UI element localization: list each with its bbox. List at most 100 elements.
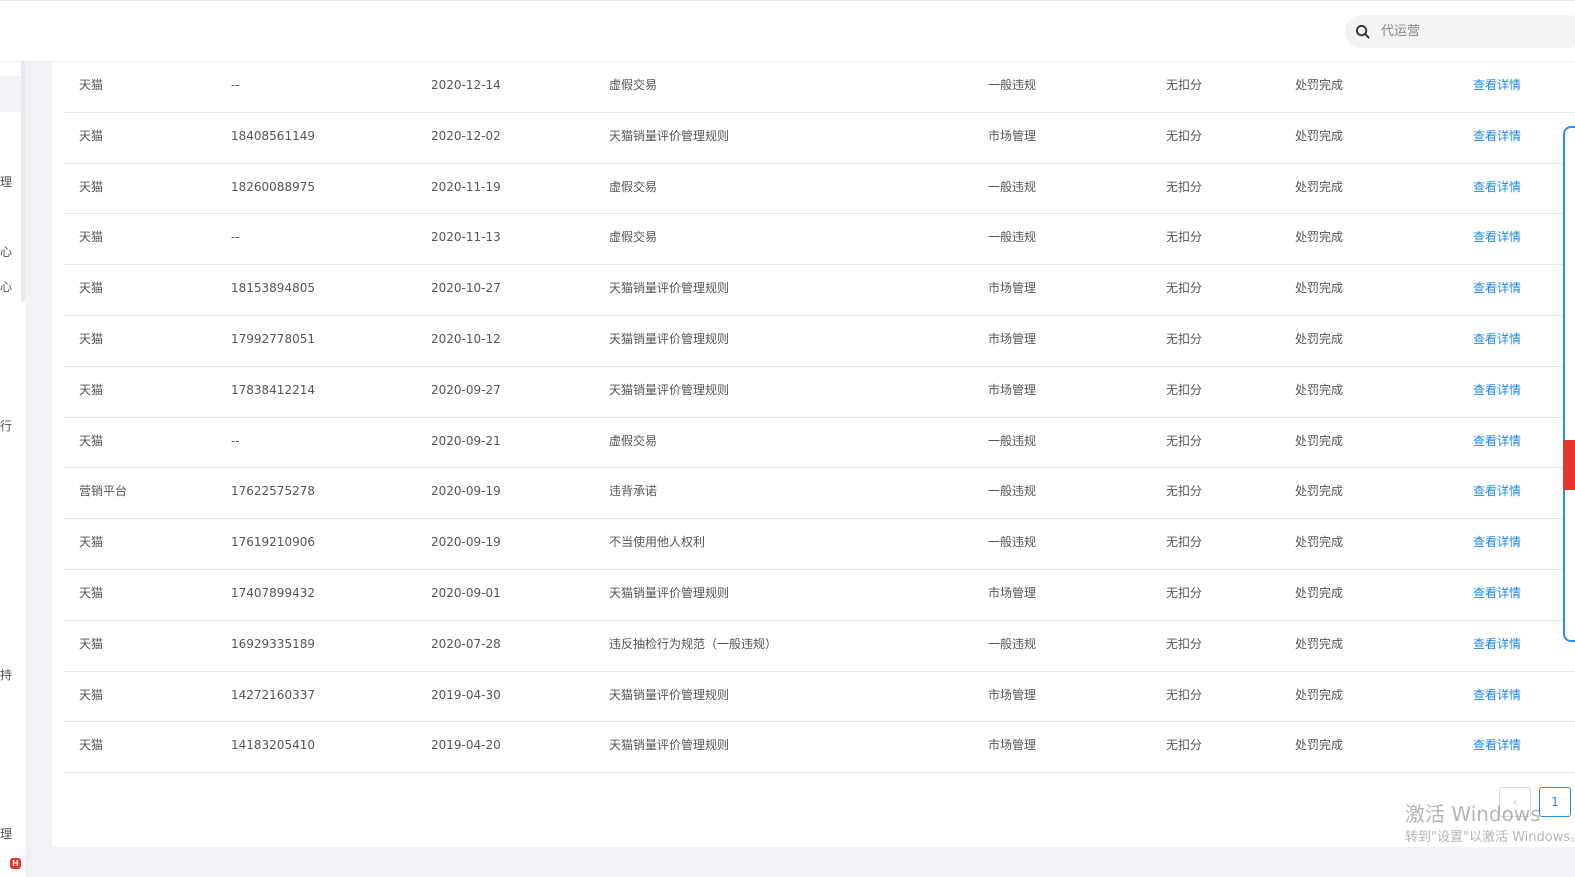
date-cell: 2019-04-30: [431, 687, 501, 702]
date-cell: 2020-10-12: [431, 331, 501, 346]
view-details-link[interactable]: 查看详情: [1473, 164, 1521, 214]
platform-cell: 天猫: [79, 128, 104, 143]
deduction-cell: 无扣分: [1166, 687, 1203, 702]
view-details-link[interactable]: 查看详情: [1473, 570, 1521, 620]
record-number-cell: 17619210906: [231, 535, 315, 550]
rule-cell: 虚假交易: [609, 179, 658, 194]
sidebar-item-fragment[interactable]: 持: [0, 666, 14, 683]
view-details-link[interactable]: 查看详情: [1473, 113, 1521, 163]
floating-panel-marker[interactable]: [1563, 440, 1575, 490]
platform-cell: 天猫: [79, 331, 104, 346]
deduction-cell: 无扣分: [1166, 128, 1203, 143]
category-cell: 一般违规: [988, 535, 1037, 550]
view-details-link[interactable]: 查看详情: [1473, 62, 1521, 112]
view-details-link[interactable]: 查看详情: [1473, 367, 1521, 417]
platform-cell: 天猫: [79, 179, 104, 194]
search-input[interactable]: [1381, 21, 1571, 42]
view-details-link[interactable]: 查看详情: [1473, 214, 1521, 264]
view-details-link[interactable]: 查看详情: [1473, 316, 1521, 366]
view-details-link[interactable]: 查看详情: [1473, 418, 1521, 468]
rule-cell: 虚假交易: [609, 433, 658, 448]
deduction-cell: 无扣分: [1166, 230, 1203, 245]
app-badge-icon[interactable]: H: [10, 858, 21, 869]
rule-cell: 违背承诺: [609, 484, 658, 499]
view-details-link[interactable]: 查看详情: [1473, 621, 1521, 671]
platform-cell: 天猫: [79, 382, 104, 397]
deduction-cell: 无扣分: [1166, 179, 1203, 194]
platform-cell: 天猫: [79, 433, 104, 448]
platform-cell: 天猫: [79, 535, 104, 550]
status-cell: 处罚完成: [1295, 382, 1344, 397]
rule-cell: 天猫销量评价管理规则: [609, 687, 730, 702]
date-cell: 2020-12-14: [431, 78, 501, 92]
platform-cell: 天猫: [79, 78, 104, 92]
deduction-cell: 无扣分: [1166, 738, 1203, 753]
rule-cell: 天猫销量评价管理规则: [609, 281, 730, 296]
status-cell: 处罚完成: [1295, 230, 1344, 245]
category-cell: 一般违规: [988, 636, 1037, 651]
record-number-cell: 14183205410: [231, 738, 315, 753]
sidebar-item-fragment[interactable]: 行: [0, 417, 14, 434]
rule-cell: 天猫销量评价管理规则: [609, 585, 730, 600]
date-cell: 2020-07-28: [431, 636, 501, 651]
date-cell: 2020-10-27: [431, 281, 501, 296]
status-cell: 处罚完成: [1295, 636, 1344, 651]
table-row: 天猫 18408561149 2020-12-02 天猫销量评价管理规则 市场管理 无扣分…: [64, 113, 1575, 164]
bottom-gutter: [25, 847, 1575, 877]
top-bar: [0, 0, 1575, 62]
platform-cell: 天猫: [79, 230, 104, 245]
sidebar-item-fragment[interactable]: 理: [0, 173, 14, 190]
category-cell: 市场管理: [988, 382, 1037, 397]
platform-cell: 天猫: [79, 687, 104, 702]
rule-cell: 天猫销量评价管理规则: [609, 738, 730, 753]
status-cell: 处罚完成: [1295, 738, 1344, 753]
floating-service-panel[interactable]: [1563, 126, 1575, 642]
rule-cell: 不当使用他人权利: [609, 535, 706, 550]
date-cell: 2020-09-19: [431, 535, 501, 550]
table-row: 天猫 18153894805 2020-10-27 天猫销量评价管理规则 市场管理 无扣分…: [64, 265, 1575, 316]
sidebar-item-fragment[interactable]: 理: [0, 825, 14, 842]
deduction-cell: 无扣分: [1166, 78, 1203, 92]
record-number-cell: 17407899432: [231, 585, 315, 600]
sidebar-item-fragment[interactable]: 心: [0, 278, 14, 295]
record-number-cell: 14272160337: [231, 687, 315, 702]
table-row: 天猫 -- 2020-12-14 虚假交易 一般违规 无扣分 处罚完成 查看详情: [64, 62, 1575, 113]
view-details-link[interactable]: 查看详情: [1473, 265, 1521, 315]
table-row: 天猫 17992778051 2020-10-12 天猫销量评价管理规则 市场管理 无扣分…: [64, 316, 1575, 367]
view-details-link[interactable]: 查看详情: [1473, 722, 1521, 772]
deduction-cell: 无扣分: [1166, 331, 1203, 346]
deduction-cell: 无扣分: [1166, 433, 1203, 448]
platform-cell: 天猫: [79, 585, 104, 600]
table-row: 天猫 17838412214 2020-09-27 天猫销量评价管理规则 市场管理 无扣分…: [64, 367, 1575, 418]
view-details-link[interactable]: 查看详情: [1473, 519, 1521, 569]
category-cell: 市场管理: [988, 331, 1037, 346]
rule-cell: 虚假交易: [609, 78, 658, 92]
table-row: 天猫 -- 2020-09-21 虚假交易 一般违规 无扣分 处罚完成 查看详情: [64, 418, 1575, 469]
rule-cell: 违反抽检行为规范（一般违规）: [609, 636, 778, 651]
search-box[interactable]: [1345, 15, 1575, 48]
table-row: 天猫 14183205410 2019-04-20 天猫销量评价管理规则 市场管理 无扣分…: [64, 722, 1575, 774]
rule-cell: 天猫销量评价管理规则: [609, 128, 730, 143]
sidebar-item-active[interactable]: [0, 76, 21, 112]
date-cell: 2020-09-27: [431, 382, 501, 397]
status-cell: 处罚完成: [1295, 281, 1344, 296]
rule-cell: 天猫销量评价管理规则: [609, 382, 730, 397]
platform-cell: 营销平台: [79, 484, 128, 499]
category-cell: 一般违规: [988, 484, 1037, 499]
sidebar-item-fragment[interactable]: 心: [0, 243, 14, 260]
deduction-cell: 无扣分: [1166, 281, 1203, 296]
table-row: 天猫 -- 2020-11-13 虚假交易 一般违规 无扣分 处罚完成 查看详情: [64, 214, 1575, 266]
platform-cell: 天猫: [79, 636, 104, 651]
view-details-link[interactable]: 查看详情: [1473, 468, 1521, 518]
table-row: 天猫 16929335189 2020-07-28 违反抽检行为规范（一般违规） 一般违…: [64, 621, 1575, 672]
record-number-cell: 18260088975: [231, 179, 315, 194]
record-number-cell: 17992778051: [231, 331, 315, 346]
status-cell: 处罚完成: [1295, 433, 1344, 448]
deduction-cell: 无扣分: [1166, 484, 1203, 499]
date-cell: 2019-04-20: [431, 738, 501, 753]
category-cell: 市场管理: [988, 738, 1037, 753]
platform-cell: 天猫: [79, 281, 104, 296]
view-details-link[interactable]: 查看详情: [1473, 672, 1521, 722]
category-cell: 市场管理: [988, 687, 1037, 702]
search-icon[interactable]: [1355, 24, 1370, 39]
